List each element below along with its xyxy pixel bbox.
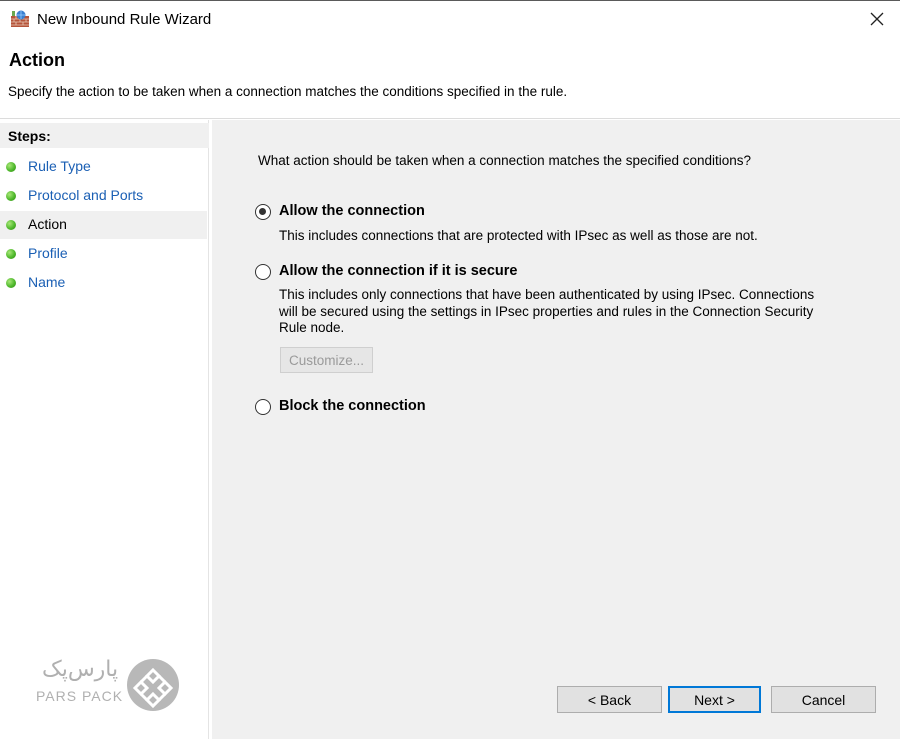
allow-if-secure-radio[interactable] [255, 264, 271, 280]
close-icon [870, 12, 884, 29]
step-status-icon [6, 191, 16, 201]
parspack-watermark: پارس‌پک PARS PACK [36, 656, 186, 712]
content-pane: What action should be taken when a conne… [212, 120, 900, 739]
back-button[interactable]: < Back [557, 686, 662, 713]
step-status-icon [6, 162, 16, 172]
watermark-text-fa: پارس‌پک [42, 656, 119, 681]
window-title: New Inbound Rule Wizard [37, 11, 212, 28]
steps-header: Steps: [0, 123, 209, 148]
step-status-icon [6, 220, 16, 230]
steps-pane: Steps: Rule Type Protocol and Ports Acti… [0, 120, 209, 739]
step-label: Protocol and Ports [28, 187, 144, 203]
step-action[interactable]: Action [0, 211, 207, 239]
block-connection-label[interactable]: Block the connection [279, 398, 426, 414]
cancel-button[interactable]: Cancel [771, 686, 876, 713]
title-bar: New Inbound Rule Wizard [0, 1, 900, 39]
parspack-logo-icon [126, 658, 180, 715]
description-line: will be secured using the settings in IP… [279, 303, 814, 319]
steps-heading: Steps: [8, 128, 51, 144]
customize-button: Customize... [280, 347, 373, 373]
block-connection-radio[interactable] [255, 399, 271, 415]
step-label: Action [28, 216, 67, 232]
wizard-header: Action Specify the action to be taken wh… [0, 39, 900, 119]
step-status-icon [6, 278, 16, 288]
firewall-icon [10, 10, 30, 28]
step-label: Name [28, 274, 66, 290]
step-status-icon [6, 249, 16, 259]
description-line: This includes only connections that have… [279, 287, 815, 302]
allow-connection-label[interactable]: Allow the connection [279, 203, 425, 219]
action-question: What action should be taken when a conne… [258, 153, 752, 168]
allow-if-secure-description: This includes only connections that have… [279, 287, 879, 337]
step-profile[interactable]: Profile [0, 240, 207, 268]
allow-connection-radio[interactable] [255, 204, 271, 220]
step-label: Profile [28, 245, 68, 261]
close-button[interactable] [854, 1, 900, 39]
page-subtitle: Specify the action to be taken when a co… [8, 84, 568, 99]
page-title: Action [9, 50, 65, 70]
watermark-text-en: PARS PACK [36, 688, 124, 704]
wizard-window: New Inbound Rule Wizard Action Specify t… [0, 0, 900, 739]
allow-connection-description: This includes connections that are prote… [279, 228, 758, 243]
allow-if-secure-label[interactable]: Allow the connection if it is secure [279, 263, 518, 279]
description-line: Rule node. [279, 320, 345, 335]
step-rule-type[interactable]: Rule Type [0, 153, 207, 181]
next-button[interactable]: Next > [668, 686, 761, 713]
step-protocol-and-ports[interactable]: Protocol and Ports [0, 182, 207, 210]
step-label: Rule Type [28, 158, 91, 174]
step-name[interactable]: Name [0, 269, 207, 297]
